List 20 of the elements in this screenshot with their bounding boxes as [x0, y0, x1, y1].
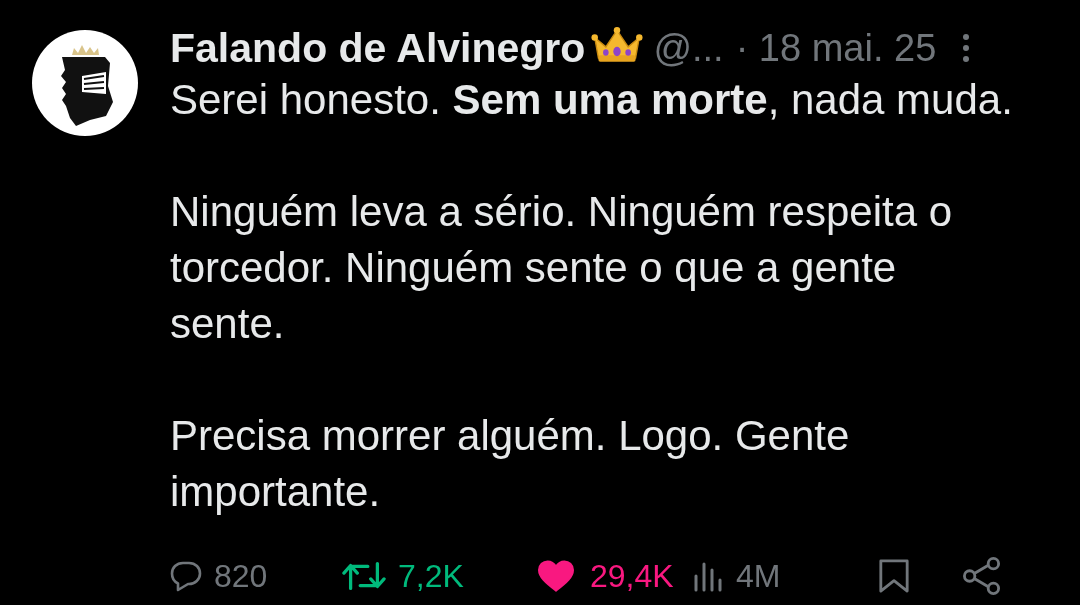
- views-button[interactable]: 4M: [692, 556, 781, 596]
- repost-arrows-icon: [342, 560, 386, 592]
- share-icon: [962, 557, 1002, 595]
- tweet-text: Serei honesto. Sem uma morte, nada muda.: [170, 75, 1014, 125]
- repost-button[interactable]: 7,2K: [342, 556, 464, 596]
- reply-button[interactable]: 820: [170, 556, 268, 596]
- tweet-text: Precisa morrer alguém. Logo. Gente importante.: [170, 411, 851, 517]
- more-options-icon[interactable]: [962, 33, 971, 63]
- bookmark-icon: [878, 558, 910, 594]
- like-button[interactable]: 29,4K: [534, 556, 674, 596]
- bookmark-button[interactable]: [878, 558, 910, 594]
- author-name[interactable]: Falando de Alvinegro: [170, 24, 586, 72]
- bar-chart-icon: [692, 560, 724, 592]
- crown-icon: [591, 26, 644, 64]
- post-date[interactable]: · 18 mai. 25: [735, 24, 937, 72]
- speech-bubble-icon: [170, 560, 202, 592]
- tweet-text: Ninguém leva a sério. Ninguém respeita o torcedor. Ninguém sente o que a gente sente.: [170, 187, 954, 349]
- author-handle[interactable]: @...: [653, 24, 724, 72]
- share-button[interactable]: [962, 557, 1002, 595]
- avatar-logo-drawing[interactable]: [32, 30, 138, 136]
